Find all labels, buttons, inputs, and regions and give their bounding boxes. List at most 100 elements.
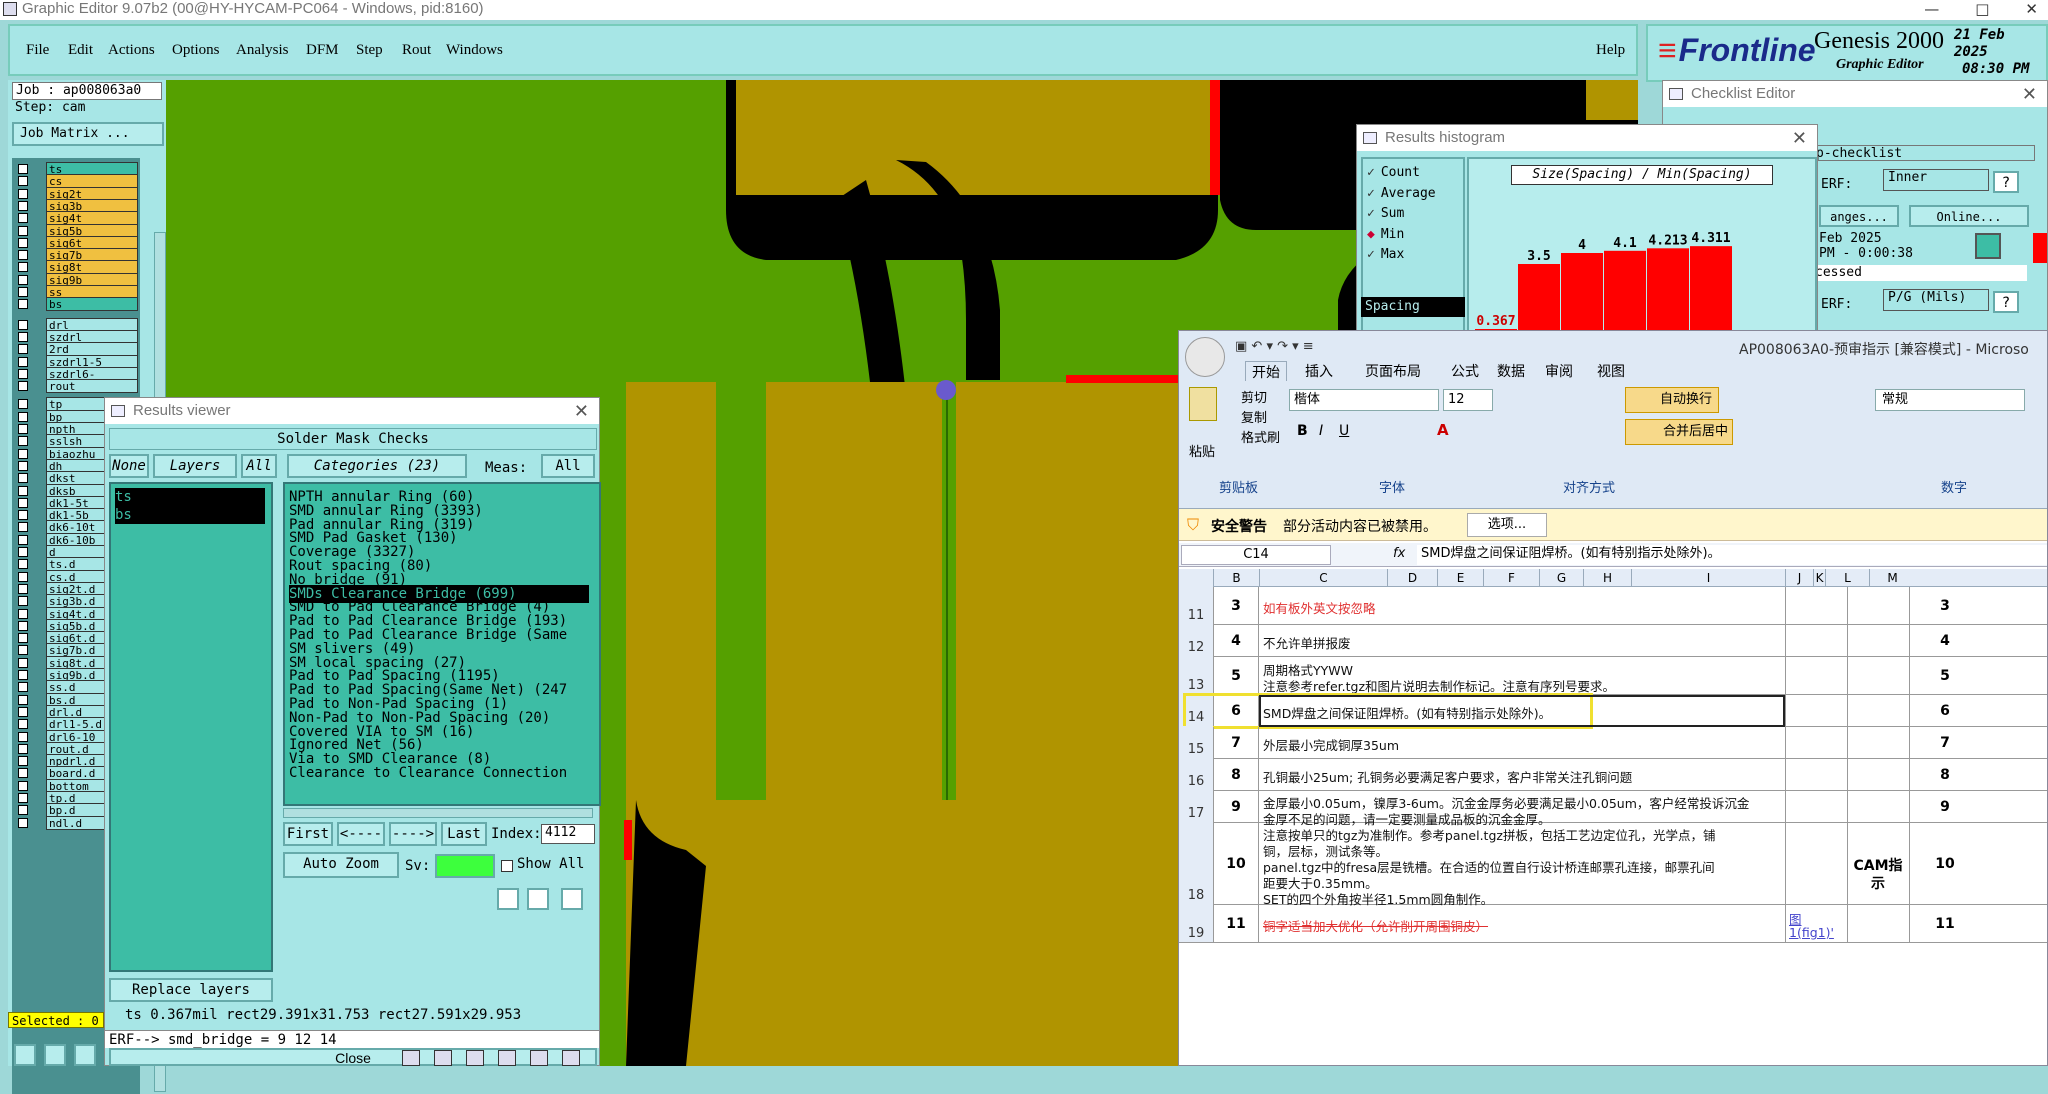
table-row[interactable]: 16 8 孔铜最小25um; 孔铜务必要满足客户要求，客户非常关注孔铜问题 8 xyxy=(1179,758,2047,791)
active-cell[interactable] xyxy=(1259,695,1785,727)
layer-checkbox[interactable] xyxy=(18,497,28,508)
table-row[interactable]: 11 3 如有板外英文按忽略 3 xyxy=(1179,586,2047,625)
layer-checkbox[interactable] xyxy=(18,780,28,791)
layer-checkbox[interactable] xyxy=(18,694,28,705)
menu-analysis[interactable]: Analysis xyxy=(236,42,289,59)
zoom-icon[interactable] xyxy=(1975,233,2001,259)
layer-checkbox[interactable] xyxy=(18,682,28,693)
menu-edit[interactable]: Edit xyxy=(68,42,93,59)
tab-4[interactable]: 数据 xyxy=(1497,361,1525,381)
column-header-L[interactable]: L xyxy=(1825,569,1869,587)
layer-checkbox[interactable] xyxy=(18,706,28,717)
paste-label[interactable]: 粘贴 xyxy=(1189,441,1215,460)
show-all-checkbox[interactable] xyxy=(501,860,513,872)
auto-zoom-select[interactable]: Auto Zoom xyxy=(283,852,399,878)
layer-checkbox[interactable] xyxy=(18,608,28,619)
job-matrix-button[interactable]: Job Matrix ... xyxy=(12,122,164,146)
layer-checkbox[interactable] xyxy=(18,176,28,187)
layer-checkbox[interactable] xyxy=(18,756,28,767)
layer-checkbox[interactable] xyxy=(18,743,28,754)
toolbar-icon-e[interactable] xyxy=(530,1050,548,1066)
layer-checkbox[interactable] xyxy=(18,356,28,367)
merge-center-button[interactable]: 合并后居中 xyxy=(1625,419,1733,445)
column-header-I[interactable]: I xyxy=(1631,569,1785,587)
layer-checkbox[interactable] xyxy=(18,331,28,342)
histogram-option-sum[interactable]: ✓ Sum xyxy=(1367,206,1404,221)
online-button[interactable]: Online... xyxy=(1909,205,2029,227)
histogram-option-min[interactable]: ◆ Min xyxy=(1367,227,1404,242)
menu-rout[interactable]: Rout xyxy=(402,42,431,59)
index-input[interactable]: 4112 xyxy=(541,824,595,844)
layer-checkbox[interactable] xyxy=(18,460,28,471)
layer-checkbox[interactable] xyxy=(18,299,28,310)
table-row[interactable]: 15 7 外层最小完成铜厚35um 7 xyxy=(1179,726,2047,759)
maximize-button[interactable]: □ xyxy=(1975,0,1989,18)
none-button[interactable]: None xyxy=(109,454,149,478)
layer-checkbox[interactable] xyxy=(18,200,28,211)
layer-results-list[interactable]: ts bs xyxy=(109,482,273,972)
close-icon[interactable]: ✕ xyxy=(1792,125,1807,151)
histogram-option-average[interactable]: ✓ Average xyxy=(1367,186,1436,201)
layer-checkbox[interactable] xyxy=(18,719,28,730)
link-cell[interactable]: 1(fig1)' xyxy=(1789,925,1834,940)
column-header-C[interactable]: C xyxy=(1259,569,1387,587)
list-item[interactable]: bs xyxy=(115,506,265,524)
layer-checkbox[interactable] xyxy=(18,237,28,248)
meas-select[interactable]: All xyxy=(541,454,595,478)
layer-checkbox[interactable] xyxy=(18,381,28,392)
layer-checkbox[interactable] xyxy=(18,633,28,644)
spacing-select[interactable]: Spacing xyxy=(1361,297,1465,317)
histogram-bar[interactable] xyxy=(1690,246,1732,341)
close-icon[interactable]: ✕ xyxy=(574,398,589,424)
layer-checkbox[interactable] xyxy=(18,344,28,355)
help-button-2[interactable]: ? xyxy=(1993,291,2019,313)
copy-button[interactable]: 复制 xyxy=(1241,407,1267,426)
layer-checkbox[interactable] xyxy=(18,473,28,484)
layer-checkbox[interactable] xyxy=(18,522,28,533)
layer-checkbox[interactable] xyxy=(18,534,28,545)
all-button[interactable]: All xyxy=(241,454,277,478)
format-painter-button[interactable]: 格式刷 xyxy=(1241,427,1280,446)
layer-checkbox[interactable] xyxy=(18,399,28,410)
layer-row[interactable]: rout xyxy=(12,379,140,394)
number-format-select[interactable]: 常规 xyxy=(1875,389,2025,411)
histogram-bar[interactable] xyxy=(1561,253,1603,341)
table-row[interactable]: 19 11 铜字适当加大优化（允许削开周围铜皮）图 1(fig1)' 11 xyxy=(1179,904,2047,943)
layer-row[interactable]: bs xyxy=(12,297,140,312)
layer-checkbox[interactable] xyxy=(18,319,28,330)
quick-access-icons[interactable]: ▣ ↶ ▾ ↷ ▾ ≡ xyxy=(1235,339,1314,354)
toolbar-icon-f[interactable] xyxy=(562,1050,580,1066)
spreadsheet-grid[interactable]: B C D E F G H I J K L M 11 3 如有板外英文按忽略 3 12 4 不允许单拼报废 4 13 5 周… xyxy=(1179,569,2047,1065)
layer-checkbox[interactable] xyxy=(18,250,28,261)
menu-step[interactable]: Step xyxy=(356,42,383,59)
layer-checkbox[interactable] xyxy=(18,670,28,680)
tool-icon-1[interactable] xyxy=(14,1044,36,1066)
close-button[interactable]: ✕ xyxy=(2025,0,2038,18)
toolbar-icon-b[interactable] xyxy=(434,1050,452,1066)
erf2-select[interactable]: P/G (Mils) xyxy=(1883,289,1989,311)
tab-6[interactable]: 视图 xyxy=(1597,361,1625,381)
menu-options[interactable]: Options xyxy=(172,42,220,59)
layer-checkbox[interactable] xyxy=(18,817,28,828)
office-button-icon[interactable] xyxy=(1185,337,1225,377)
sv-color-select[interactable] xyxy=(435,854,495,878)
layer-checkbox[interactable] xyxy=(18,424,28,434)
minimize-button[interactable]: — xyxy=(1924,0,1939,18)
menu-actions[interactable]: Actions xyxy=(108,42,155,59)
layer-checkbox[interactable] xyxy=(18,620,28,631)
underline-icon[interactable]: U xyxy=(1339,423,1349,439)
layer-checkbox[interactable] xyxy=(18,411,28,422)
layer-checkbox[interactable] xyxy=(18,225,28,236)
erf-select[interactable]: Inner xyxy=(1883,169,1989,191)
italic-icon[interactable]: I xyxy=(1319,423,1323,439)
first-button[interactable]: First xyxy=(283,822,333,846)
column-header-G[interactable]: G xyxy=(1539,569,1583,587)
layer-checkbox[interactable] xyxy=(18,583,28,594)
tab-3[interactable]: 公式 xyxy=(1451,361,1479,381)
category-scrollbar[interactable] xyxy=(283,808,593,818)
font-color-icon[interactable]: A xyxy=(1437,421,1449,439)
help-button[interactable]: ? xyxy=(1993,171,2019,193)
undo-icon[interactable] xyxy=(561,888,583,910)
tab-5[interactable]: 审阅 xyxy=(1545,361,1573,381)
tab-1[interactable]: 插入 xyxy=(1305,361,1333,381)
